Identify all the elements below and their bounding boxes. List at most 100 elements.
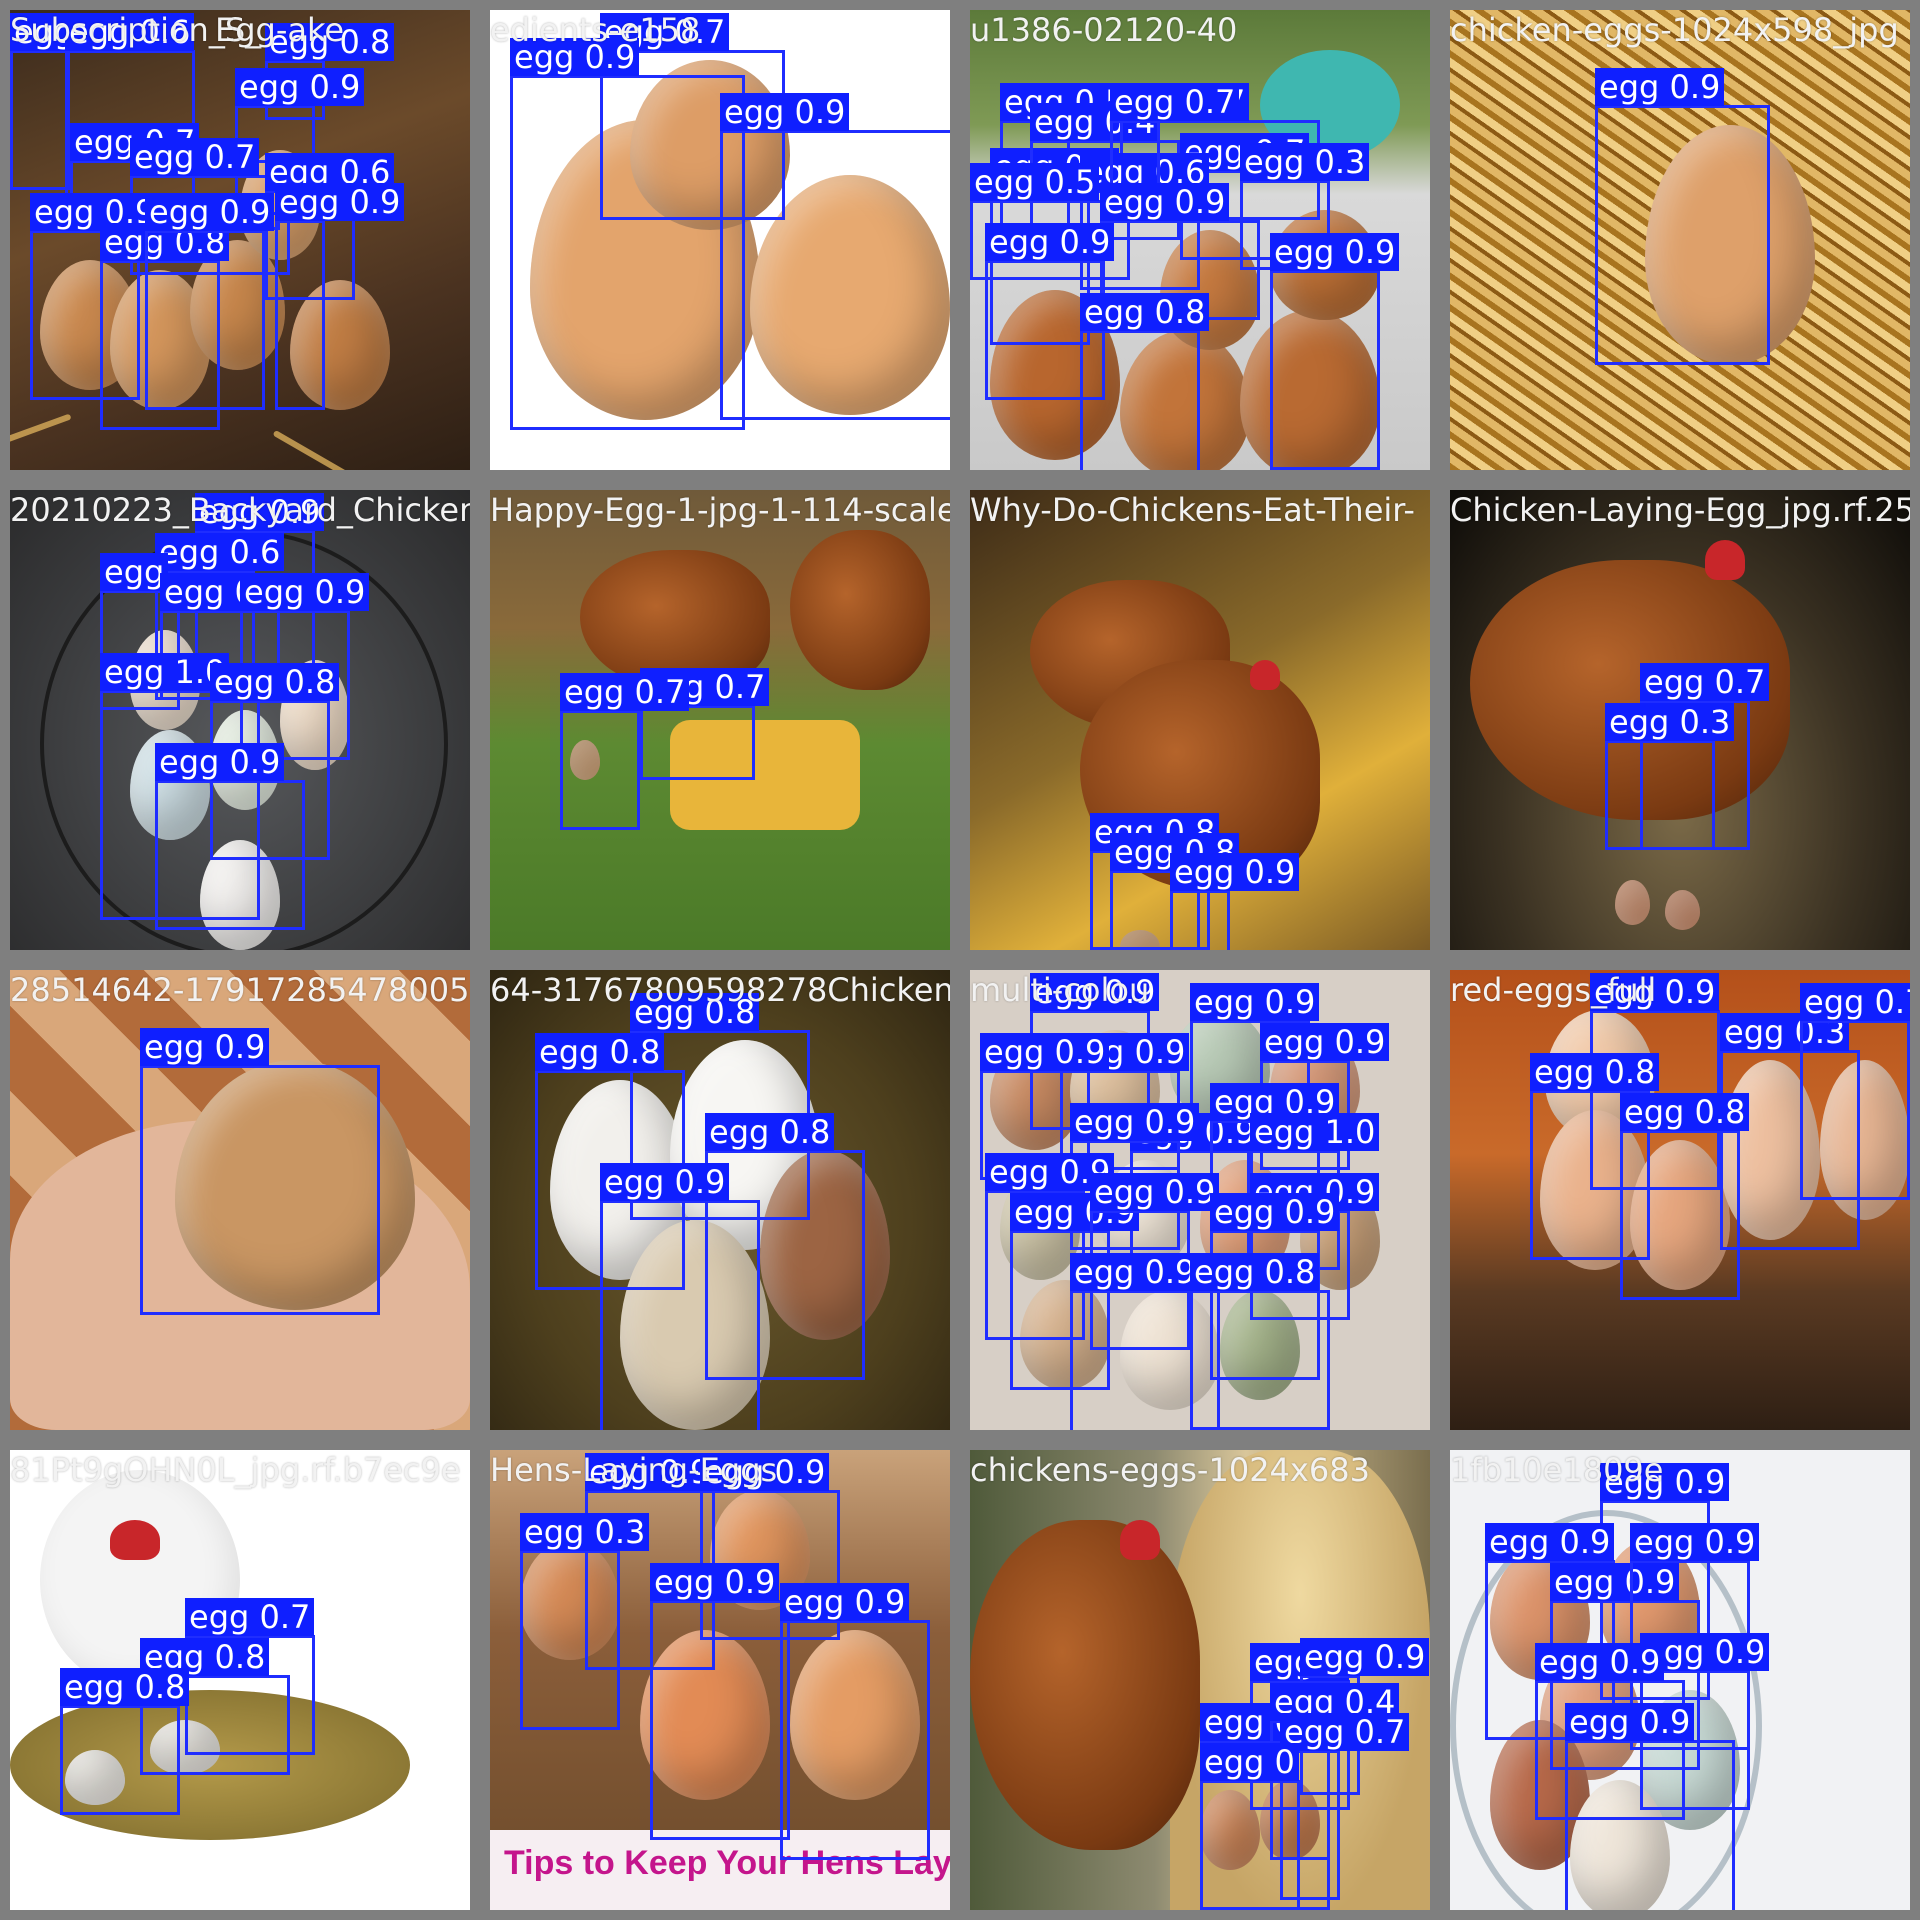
- tile-filename-fragment: Egg-ake: [215, 11, 345, 49]
- tile-8: 28514642-17917285478005 egg 0.9: [0, 960, 480, 1440]
- detection-label: egg 0.8: [210, 663, 340, 701]
- detection-label: egg 0.9: [1100, 183, 1230, 221]
- detection-label: egg 0.7: [1110, 83, 1240, 121]
- detection-label: egg 0.7: [185, 1598, 315, 1636]
- tile-photo: 1fb10e1809e egg 0.9 egg 0.9 egg 0.9 egg 0.9 e…: [1450, 1450, 1910, 1910]
- detection-box: egg 0.9: [1595, 68, 1770, 365]
- tile-filename: 64-31767809598278Chickens: [490, 971, 950, 1009]
- tile-filename: u1386-02120-40: [970, 11, 1238, 49]
- tile-4: 20210223_Backyard_Chicken egg 0.9 egg 0.6 e…: [0, 480, 480, 960]
- detection-box: egg 0.9: [600, 1163, 760, 1430]
- detection-label: egg 0.9: [1485, 1523, 1615, 1561]
- detection-label: egg 0.9: [650, 1563, 780, 1601]
- tile-photo: chicken-eggs-1024x598_jpgegg 0.9: [1450, 10, 1910, 470]
- tile-filename: chickens-eggs-1024x683: [970, 1451, 1370, 1489]
- detection-label: egg 0.3: [520, 1513, 650, 1551]
- detection-label: egg: [100, 553, 169, 591]
- detection-label: egg 0.9: [1300, 1638, 1430, 1676]
- detection-label: egg 0: [1200, 1743, 1299, 1781]
- detection-label: egg 0.7: [1640, 663, 1770, 701]
- detection-label: egg 0.9: [240, 573, 370, 611]
- detection-label: egg 0.9: [985, 223, 1115, 261]
- tile-photo: Tips to Keep Your Hens Laying Eggs Hens-…: [490, 1450, 950, 1910]
- tile-filename: multi-colou: [970, 971, 1150, 1009]
- detection-label: egg 0.9: [600, 1163, 730, 1201]
- tile-filename: 81Pt9gOHN0L_jpg.rf.b7ec9e: [10, 1451, 461, 1489]
- detection-box: egg 0.8: [1190, 1253, 1330, 1430]
- tile-3: chicken-eggs-1024x598_jpgegg 0.9: [1440, 0, 1920, 480]
- detection-label: egg 0.8: [705, 1113, 835, 1151]
- tile-filename: 28514642-17917285478005: [10, 971, 470, 1009]
- detection-box: egg 0.7: [560, 673, 690, 830]
- detection-box: egg 0.5: [10, 13, 140, 190]
- detection-label: egg 0.8: [60, 1668, 190, 1706]
- detection-mosaic: Subscription_S_egg 0.5egg 0.6egg 0.8egg …: [0, 0, 1920, 1920]
- detection-label: egg 0.9: [1535, 1643, 1665, 1681]
- detection-label: egg 1.0: [1250, 1113, 1380, 1151]
- tile-photo: 64-31767809598278Chickens egg 0.8 egg 0.8 e…: [490, 970, 950, 1430]
- detection-label: egg 0.9: [140, 1028, 270, 1066]
- detection-label: egg 0.9: [1630, 1523, 1760, 1561]
- detection-box: egg 0.8: [60, 1668, 190, 1815]
- detection-label: egg 0.9: [1170, 853, 1300, 891]
- tile-filename: Hens-Laying-Eggs: [490, 1451, 778, 1489]
- detection-label: egg 0.8: [1080, 293, 1210, 331]
- tile-photo: 28514642-17917285478005 egg 0.9: [10, 970, 470, 1430]
- tile-13: Tips to Keep Your Hens Laying Eggs Hens-…: [480, 1440, 960, 1920]
- detection-box: egg 0: [1200, 1743, 1300, 1910]
- tile-photo: Chicken-Laying-Egg_jpg.rf.25egg 0.7 egg 0…: [1450, 490, 1910, 950]
- tile-5: Happy-Egg-1-jpg-1-114-scaled egg 0.7 egg 0…: [480, 480, 960, 960]
- detection-label: egg 0.3: [1605, 703, 1735, 741]
- detection-label: egg 0.9: [155, 743, 285, 781]
- tile-filename: red-eggs_full: [1450, 971, 1657, 1009]
- tile-12: 81Pt9gOHN0L_jpg.rf.b7ec9e egg 0.7 egg 0.8 e…: [0, 1440, 480, 1920]
- detection-box: egg 0.9: [1565, 1703, 1735, 1910]
- detection-box: egg 0.7: [640, 668, 770, 780]
- tile-9: 64-31767809598278Chickens egg 0.8 egg 0.8 e…: [480, 960, 960, 1440]
- tile-filename: 1fb10e1809e: [1450, 1451, 1664, 1489]
- detection-box: egg 0.9: [1170, 853, 1300, 950]
- tile-photo: u1386-02120-40egg 0.5egg 0.5egg 0.4egg 0…: [970, 10, 1430, 470]
- detection-box: egg 0.9: [155, 743, 305, 930]
- detection-label: egg 0.8: [1530, 1053, 1660, 1091]
- tile-photo: 81Pt9gOHN0L_jpg.rf.b7ec9e egg 0.7 egg 0.8 e…: [10, 1450, 470, 1910]
- detection-box: egg 0.9: [650, 1563, 790, 1840]
- detection-box: egg 0.8: [1080, 293, 1210, 470]
- detection-label: egg 0.7: [560, 673, 690, 711]
- detection-box: egg 0.9: [780, 1583, 930, 1860]
- detection-box: egg 0.9: [1270, 233, 1400, 470]
- tile-filename: Why-Do-Chickens-Eat-Their-: [970, 491, 1415, 529]
- detection-box: egg 0.9: [510, 38, 745, 430]
- tile-filename: chicken-eggs-1024x598_jpg: [1450, 11, 1899, 49]
- tile-filename: Happy-Egg-1-jpg-1-114-scaled: [490, 491, 950, 529]
- detection-label: egg 0.9: [235, 68, 365, 106]
- detection-box: egg 0.9: [720, 93, 950, 420]
- detection-label: egg 0.9: [1190, 983, 1320, 1021]
- detection-label: egg 0.9: [1595, 68, 1725, 106]
- tile-filename: edients-e158: [490, 11, 701, 49]
- tile-filename: Chicken-Laying-Egg_jpg.rf.25: [1450, 491, 1910, 529]
- tile-photo: Why-Do-Chickens-Eat-Their-egg 0.8 egg 0.8…: [970, 490, 1430, 950]
- detection-label: egg 0.9: [145, 193, 275, 231]
- detection-label: egg 0.9: [275, 183, 405, 221]
- tile-14: chickens-eggs-1024x683egg 0egg 0.9egg 0e…: [960, 1440, 1440, 1920]
- detection-label: egg 0.9: [1270, 233, 1400, 271]
- detection-label: egg 0.8: [1620, 1093, 1750, 1131]
- tile-6: Why-Do-Chickens-Eat-Their-egg 0.8 egg 0.8…: [960, 480, 1440, 960]
- tile-10: multi-colou egg 0.9 egg 0.9 egg 0.9 egg 0.9 e…: [960, 960, 1440, 1440]
- tile-photo: 20210223_Backyard_Chicken egg 0.9 egg 0.6 e…: [10, 490, 470, 950]
- detection-label: egg 0.9: [1070, 1103, 1200, 1141]
- detection-label: egg 0.8: [1190, 1253, 1320, 1291]
- tile-11: red-eggs_fullegg 0.9egg 0.3egg 0.7egg 0.…: [1440, 960, 1920, 1440]
- tile-0: Subscription_S_egg 0.5egg 0.6egg 0.8egg …: [0, 0, 480, 480]
- detection-label: egg 0.8: [535, 1033, 665, 1071]
- detection-label: egg 0.9: [980, 1033, 1110, 1071]
- tile-photo: Happy-Egg-1-jpg-1-114-scaled egg 0.7 egg 0…: [490, 490, 950, 950]
- detection-label: egg 0.9: [1090, 1173, 1220, 1211]
- detection-label: egg 0.7: [1800, 983, 1910, 1021]
- detection-label: egg 0.9: [1210, 1193, 1340, 1231]
- tile-1: edients-e158 egg 0.7 egg 0.9 egg 0.9: [480, 0, 960, 480]
- detection-label: egg 0.9: [780, 1583, 910, 1621]
- detection-box: egg 0.3: [520, 1513, 650, 1730]
- detection-box: egg 0.7: [1800, 983, 1910, 1200]
